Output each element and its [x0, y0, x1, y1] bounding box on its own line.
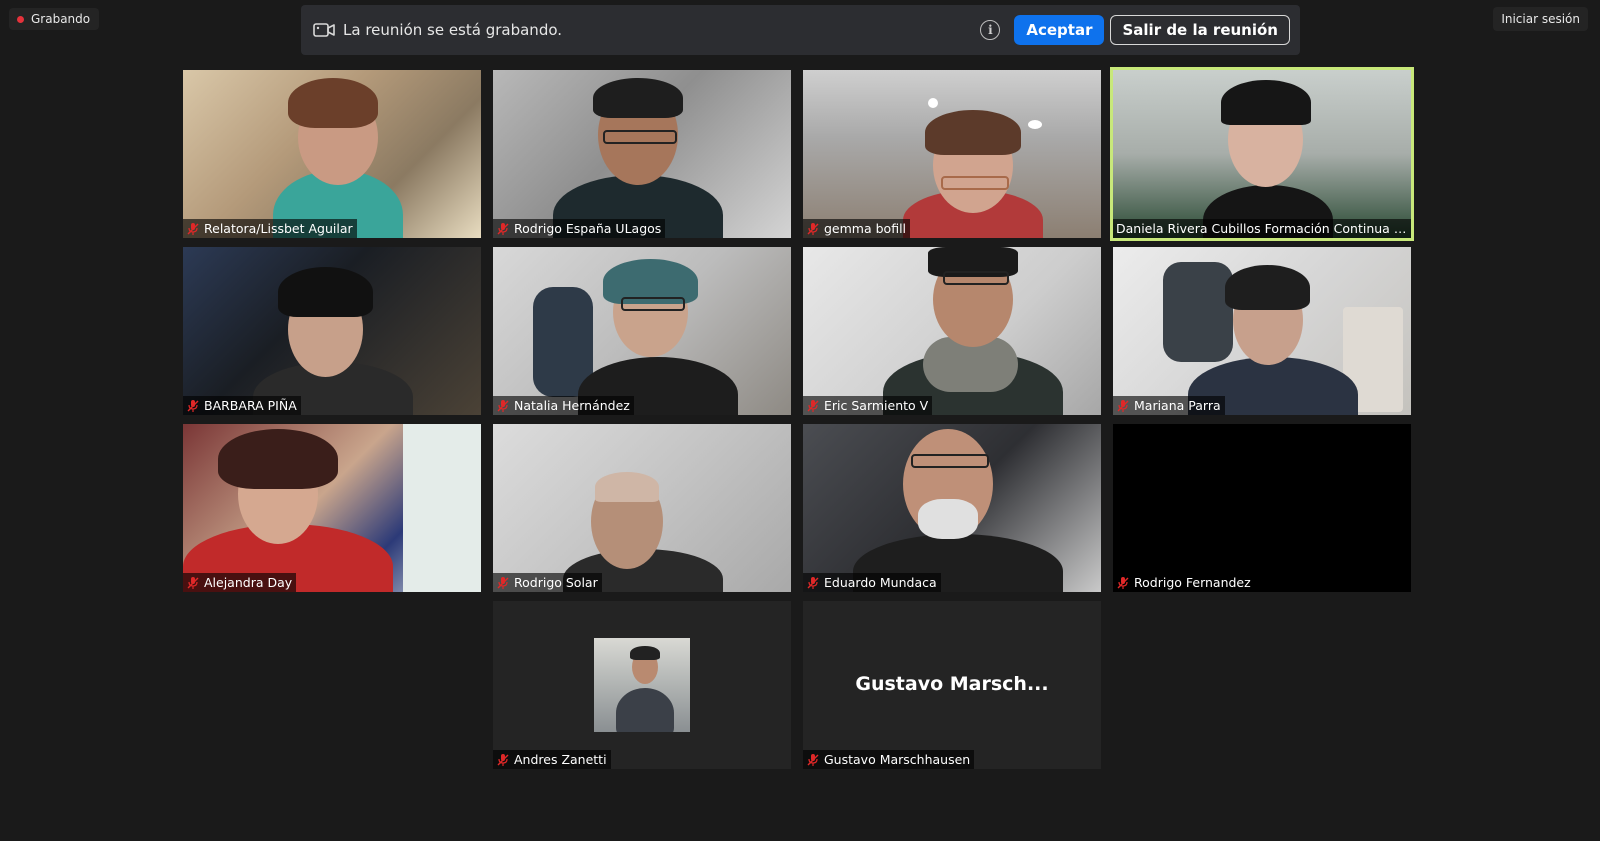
- participant-name-tag: Mariana Parra: [1113, 396, 1225, 415]
- participant-tile[interactable]: Alejandra Day: [183, 424, 481, 592]
- muted-microphone-icon: [807, 399, 819, 412]
- participant-name: gemma bofill: [824, 221, 907, 236]
- participant-tile[interactable]: Eduardo Mundaca: [803, 424, 1101, 592]
- participant-name-tag: Rodrigo Fernandez: [1113, 573, 1255, 592]
- participant-name: Natalia Hernández: [514, 398, 630, 413]
- participant-name-tag: Eric Sarmiento V: [803, 396, 933, 415]
- participant-tile[interactable]: Relatora/Lissbet Aguilar: [183, 70, 481, 238]
- participant-name: Rodrigo Fernandez: [1134, 575, 1251, 590]
- muted-microphone-icon: [187, 399, 199, 412]
- participant-name: Rodrigo España ULagos: [514, 221, 662, 236]
- participant-name-tag: Daniela Rivera Cubillos Formación Contin…: [1113, 219, 1411, 238]
- participant-tile[interactable]: Gustavo Marsch... Gustavo Marschhausen: [803, 601, 1101, 769]
- accept-button[interactable]: Aceptar: [1014, 15, 1105, 45]
- participant-name: BARBARA PIÑA: [204, 398, 297, 413]
- participant-display-name: Gustavo Marsch...: [855, 673, 1049, 695]
- muted-microphone-icon: [497, 399, 509, 412]
- participant-name: Eric Sarmiento V: [824, 398, 929, 413]
- info-icon[interactable]: i: [980, 20, 1001, 40]
- banner-message: La reunión se está grabando.: [343, 21, 563, 39]
- participant-tile[interactable]: Rodrigo Fernandez: [1113, 424, 1411, 592]
- leave-meeting-button[interactable]: Salir de la reunión: [1110, 15, 1290, 45]
- participant-name-tag: Alejandra Day: [183, 573, 297, 592]
- muted-microphone-icon: [1117, 576, 1129, 589]
- participant-name-tag: Rodrigo España ULagos: [493, 219, 666, 238]
- participant-name: Alejandra Day: [204, 575, 293, 590]
- participant-tile-active-speaker[interactable]: Daniela Rivera Cubillos Formación Contin…: [1110, 67, 1414, 241]
- participant-name: Daniela Rivera Cubillos Formación Contin…: [1116, 221, 1410, 236]
- muted-microphone-icon: [497, 576, 509, 589]
- recording-banner: La reunión se está grabando. i Aceptar S…: [301, 5, 1300, 55]
- signin-button[interactable]: Iniciar sesión: [1493, 7, 1588, 31]
- video-camera-icon: [313, 23, 335, 37]
- muted-microphone-icon: [187, 576, 199, 589]
- participant-name-tag: Gustavo Marschhausen: [803, 750, 975, 769]
- participant-name-tag: gemma bofill: [803, 219, 911, 238]
- participant-name-tag: Rodrigo Solar: [493, 573, 602, 592]
- muted-microphone-icon: [807, 222, 819, 235]
- participant-name: Rodrigo Solar: [514, 575, 598, 590]
- participant-tile[interactable]: Natalia Hernández: [493, 247, 791, 415]
- participant-name: Andres Zanetti: [514, 752, 607, 767]
- participant-tile[interactable]: Rodrigo España ULagos: [493, 70, 791, 238]
- participant-tile[interactable]: Rodrigo Solar: [493, 424, 791, 592]
- participant-name: Relatora/Lissbet Aguilar: [204, 221, 353, 236]
- participant-name-tag: Eduardo Mundaca: [803, 573, 941, 592]
- participant-name: Mariana Parra: [1134, 398, 1221, 413]
- participant-name: Gustavo Marschhausen: [824, 752, 971, 767]
- avatar: [594, 638, 690, 732]
- muted-microphone-icon: [807, 576, 819, 589]
- participant-tile[interactable]: Andres Zanetti: [493, 601, 791, 769]
- recording-dot-icon: [17, 15, 24, 23]
- signin-label: Iniciar sesión: [1501, 12, 1580, 26]
- muted-microphone-icon: [1117, 399, 1129, 412]
- participant-name: Eduardo Mundaca: [824, 575, 937, 590]
- participant-name-tag: BARBARA PIÑA: [183, 396, 301, 415]
- muted-microphone-icon: [807, 753, 819, 766]
- participant-tile[interactable]: BARBARA PIÑA: [183, 247, 481, 415]
- participant-tile[interactable]: Mariana Parra: [1113, 247, 1411, 415]
- recording-label: Grabando: [31, 12, 91, 26]
- participant-name-tag: Natalia Hernández: [493, 396, 634, 415]
- participant-name-tag: Andres Zanetti: [493, 750, 611, 769]
- muted-microphone-icon: [497, 222, 509, 235]
- muted-microphone-icon: [187, 222, 199, 235]
- participant-tile[interactable]: gemma bofill: [803, 70, 1101, 238]
- recording-badge[interactable]: Grabando: [9, 8, 100, 30]
- participant-name-tag: Relatora/Lissbet Aguilar: [183, 219, 357, 238]
- participant-tile[interactable]: Eric Sarmiento V: [803, 247, 1101, 415]
- muted-microphone-icon: [497, 753, 509, 766]
